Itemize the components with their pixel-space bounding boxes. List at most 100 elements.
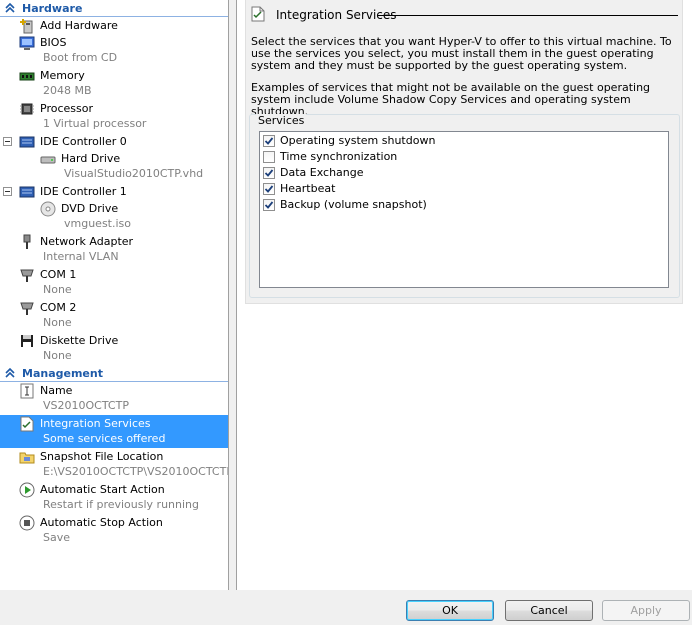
tree-item-automatic-start-action[interactable]: Automatic Start Action Restart if previou…: [0, 481, 228, 514]
tree-item-integration-services[interactable]: Integration Services Some services offere…: [0, 415, 228, 448]
section-title-hardware: Hardware: [22, 2, 83, 15]
tree-item-processor[interactable]: Processor 1 Virtual processor: [0, 100, 228, 133]
tree-item-detail: E:\VS2010OCTCTP\VS2010OCTCTP: [43, 465, 229, 478]
description-text: Select the services that you want Hyper-…: [251, 35, 672, 72]
processor-icon: [20, 103, 34, 115]
tree-item-detail: None: [43, 283, 72, 296]
tree-item-ide-controller-1[interactable]: IDE Controller 1: [0, 183, 228, 200]
service-checkbox[interactable]: [263, 135, 275, 147]
tree-item-label: Network Adapter: [40, 235, 134, 248]
service-label: Backup (volume snapshot): [280, 198, 427, 211]
tree-item-detail: None: [43, 316, 72, 329]
tree-item-dvd-drive[interactable]: DVD Drive vmguest.iso: [0, 200, 228, 233]
diskette-icon: [21, 335, 33, 347]
tree-item-memory[interactable]: Memory 2048 MB: [0, 67, 228, 100]
tree-item-com-2[interactable]: COM 2 None: [0, 299, 228, 332]
service-row[interactable]: Data Exchange: [260, 165, 668, 180]
checkmark-icon: [264, 137, 274, 145]
tree-item-detail: Boot from CD: [43, 51, 118, 64]
title-divider: [378, 15, 678, 16]
service-row[interactable]: Backup (volume snapshot): [260, 197, 668, 212]
management-list: Name VS2010OCTCTP Integration Services Some…: [0, 382, 228, 547]
tree-item-label: Automatic Start Action: [40, 483, 165, 496]
tree-item-label: Name: [40, 384, 73, 397]
tree-item-label: IDE Controller 1: [40, 185, 127, 198]
tree-item-label: Diskette Drive: [40, 334, 119, 347]
tree-item-detail: Some services offered: [43, 432, 166, 445]
tree-item-label: COM 2: [40, 301, 77, 314]
page-header: Integration Services: [250, 6, 680, 24]
snapshot-folder-icon: [19, 452, 35, 464]
ide-controller-icon: [19, 136, 35, 148]
tree-item-label: Snapshot File Location: [40, 450, 164, 463]
tree-item-label: Memory: [40, 69, 85, 82]
auto-stop-icon: [19, 515, 35, 531]
collapse-chevron-icon[interactable]: [4, 2, 16, 14]
apply-button[interactable]: Apply: [602, 600, 690, 621]
settings-page: Integration Services Select the services…: [236, 0, 692, 590]
tree-item-detail: VS2010OCTCTP: [43, 399, 129, 412]
checkmark-icon: [264, 201, 274, 209]
service-label: Data Exchange: [280, 166, 364, 179]
service-checkbox[interactable]: [263, 183, 275, 195]
cancel-button[interactable]: Cancel: [505, 600, 593, 621]
tree-item-label: IDE Controller 0: [40, 135, 127, 148]
checkmark-icon: [264, 185, 274, 193]
tree-item-ide-controller-0[interactable]: IDE Controller 0: [0, 133, 228, 150]
service-row[interactable]: Time synchronization: [260, 149, 668, 164]
tree-item-detail: vmguest.iso: [64, 217, 132, 230]
collapse-toggle[interactable]: [3, 187, 12, 196]
section-header-hardware[interactable]: Hardware: [0, 0, 228, 17]
collapse-toggle[interactable]: [3, 137, 12, 146]
ok-button[interactable]: OK: [406, 600, 494, 621]
services-group: Services Operating system shutdown Time s…: [249, 114, 680, 298]
hardware-list: Add Hardware BIOS Boot from CD Memory 2048 M…: [0, 17, 228, 365]
tree-item-label: Automatic Stop Action: [40, 516, 163, 529]
services-group-label: Services: [256, 114, 307, 127]
tree-item-label: DVD Drive: [61, 202, 119, 215]
section-title-management: Management: [22, 367, 103, 380]
tree-item-detail: 1 Virtual processor: [43, 117, 147, 130]
tree-item-detail: Restart if previously running: [43, 498, 199, 511]
network-adapter-icon: [23, 234, 31, 249]
service-checkbox[interactable]: [263, 199, 275, 211]
integration-services-icon: [251, 6, 265, 22]
service-row[interactable]: Heartbeat: [260, 181, 668, 196]
services-checklist[interactable]: Operating system shutdown Time synchroniz…: [259, 131, 669, 288]
tree-item-add-hardware[interactable]: Add Hardware: [0, 17, 228, 34]
tree-item-label: BIOS: [40, 36, 67, 49]
service-label: Heartbeat: [280, 182, 336, 195]
section-header-management[interactable]: Management: [0, 365, 228, 382]
service-label: Time synchronization: [280, 150, 398, 163]
tree-item-detail: Internal VLAN: [43, 250, 119, 263]
ide-controller-icon: [19, 186, 35, 198]
name-icon: [20, 383, 34, 399]
auto-start-icon: [19, 482, 35, 498]
tree-item-detail: 2048 MB: [43, 84, 92, 97]
bios-icon: [19, 36, 35, 50]
tree-item-hard-drive[interactable]: Hard Drive VisualStudio2010CTP.vhd: [0, 150, 228, 183]
service-label: Operating system shutdown: [280, 134, 436, 147]
memory-icon: [19, 72, 35, 81]
service-checkbox[interactable]: [263, 151, 275, 163]
tree-item-automatic-stop-action[interactable]: Automatic Stop Action Save: [0, 514, 228, 547]
tree-item-label: Processor: [40, 102, 93, 115]
collapse-chevron-icon[interactable]: [4, 367, 16, 379]
tree-item-bios[interactable]: BIOS Boot from CD: [0, 34, 228, 67]
tree-item-name[interactable]: Name VS2010OCTCTP: [0, 382, 228, 415]
tree-item-label: Hard Drive: [61, 152, 121, 165]
integration-services-panel: Integration Services Select the services…: [245, 0, 683, 304]
tree-item-detail: None: [43, 349, 72, 362]
service-checkbox[interactable]: [263, 167, 275, 179]
tree-item-detail: Save: [43, 531, 71, 544]
tree-item-label: Add Hardware: [40, 19, 118, 32]
add-hardware-icon: [20, 19, 33, 34]
tree-item-network-adapter[interactable]: Network Adapter Internal VLAN: [0, 233, 228, 266]
hard-drive-icon: [40, 156, 56, 164]
tree-item-snapshot-file-location[interactable]: Snapshot File Location E:\VS2010OCTCTP\VS…: [0, 448, 228, 481]
tree-item-diskette-drive[interactable]: Diskette Drive None: [0, 332, 228, 365]
tree-item-com-1[interactable]: COM 1 None: [0, 266, 228, 299]
tree-item-label: COM 1: [40, 268, 77, 281]
pane-splitter[interactable]: [229, 0, 235, 590]
service-row[interactable]: Operating system shutdown: [260, 133, 668, 148]
